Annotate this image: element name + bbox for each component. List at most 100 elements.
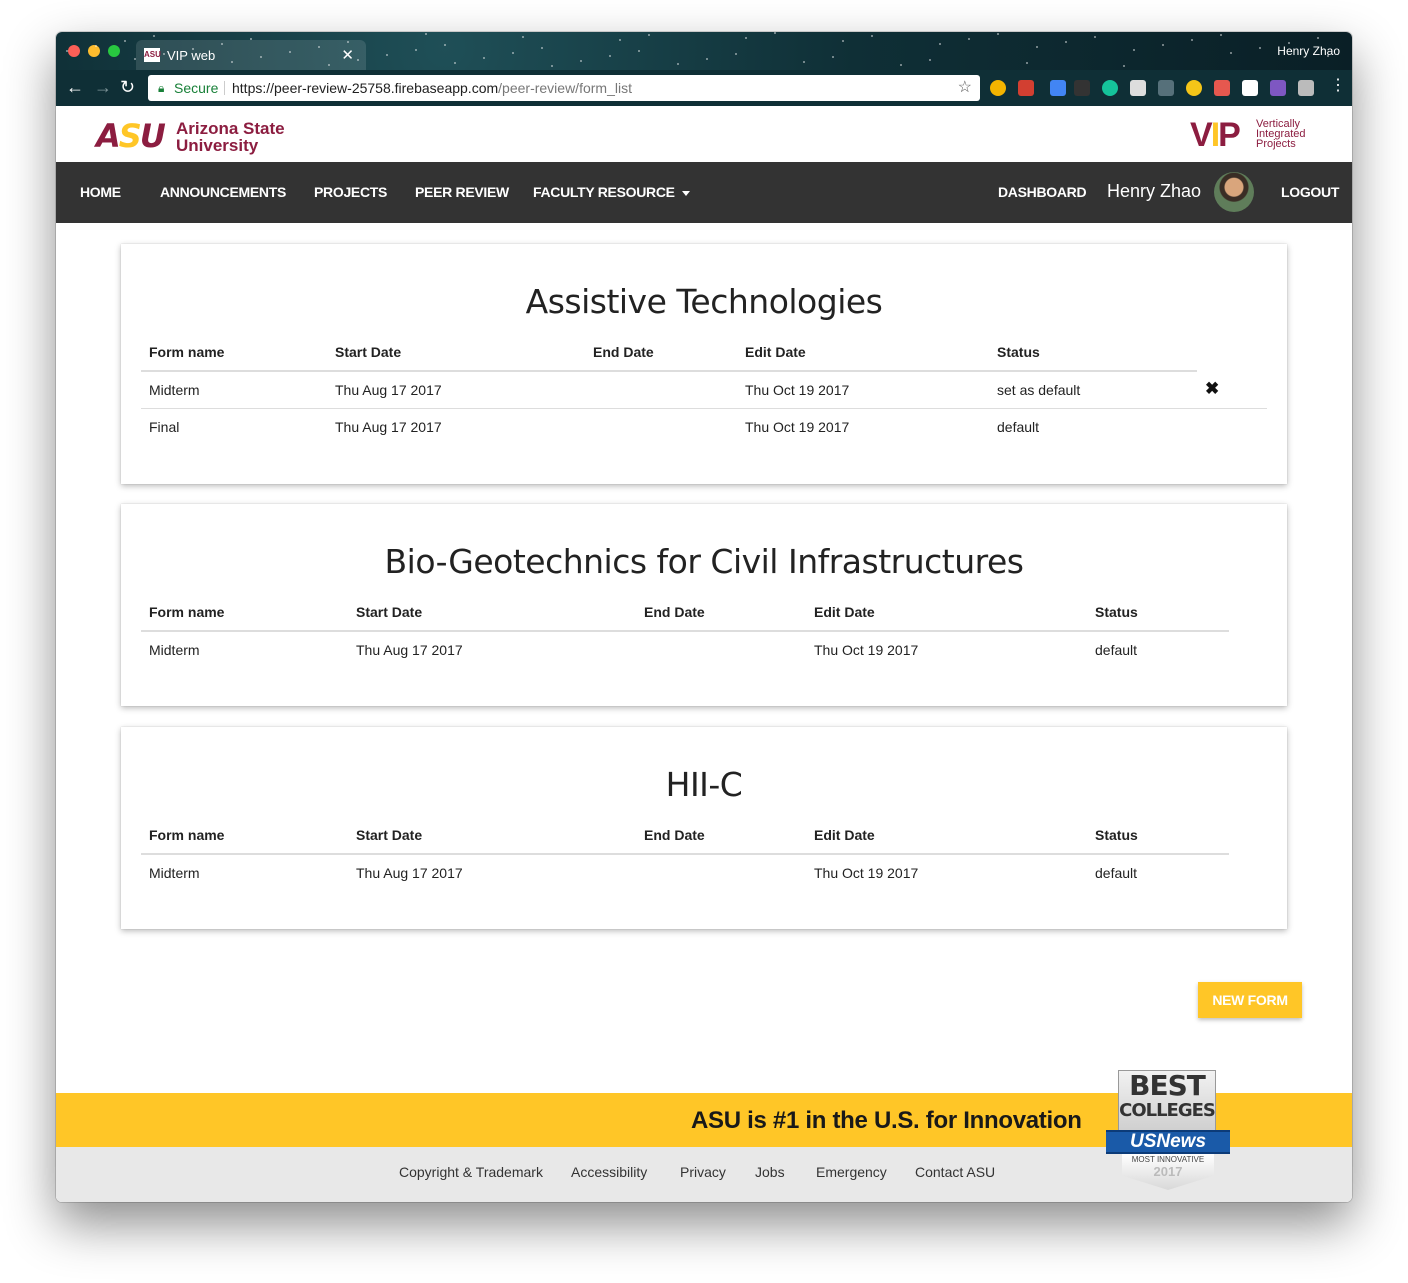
titlebar-star-decoration: [415, 49, 417, 51]
footer-link-jobs[interactable]: Jobs: [755, 1164, 785, 1180]
avatar[interactable]: [1214, 172, 1254, 212]
browser-menu-icon[interactable]: ⋮: [1330, 76, 1346, 96]
extension-icon-9[interactable]: [1214, 80, 1230, 96]
form-name-link[interactable]: Midterm: [141, 371, 327, 409]
nav-user-name[interactable]: Henry Zhao: [1107, 181, 1201, 202]
innovation-text[interactable]: ASU is #1 in the U.S. for Innovation: [691, 1107, 1082, 1135]
titlebar-star-decoration: [347, 41, 349, 43]
titlebar-star-decoration: [163, 53, 165, 55]
maximize-window-button[interactable]: [108, 45, 120, 57]
titlebar-star-decoration: [774, 32, 776, 34]
titlebar-star-decoration: [1162, 44, 1164, 46]
project-card: Assistive Technologies Form name Start D…: [121, 244, 1287, 484]
titlebar-star-decoration: [192, 48, 194, 50]
extension-icon-7[interactable]: [1158, 80, 1174, 96]
vip-logo-letter: V: [1190, 116, 1213, 154]
table-header-row: Form name Start Date End Date Edit Date …: [141, 594, 1267, 632]
extension-icon-11[interactable]: [1270, 80, 1286, 96]
table-header-row: Form name Start Date End Date Edit Date …: [141, 334, 1267, 372]
titlebar-star-decoration: [1259, 47, 1261, 49]
edit-date-cell: Thu Oct 19 2017: [737, 371, 989, 409]
titlebar-star-decoration: [250, 38, 252, 40]
grammarly-icon[interactable]: [1102, 80, 1118, 96]
titlebar-star-decoration: [425, 33, 427, 35]
titlebar-star-decoration: [512, 52, 514, 54]
table-row: Final Thu Aug 17 2017 Thu Oct 19 2017 de…: [141, 408, 1267, 445]
form-name-link[interactable]: Midterm: [141, 854, 348, 891]
browser-toolbar: ← → ↻ 🔒︎ Secure https://peer-review-2575…: [56, 70, 1352, 106]
footer-link-contact[interactable]: Contact ASU: [915, 1164, 995, 1180]
profile-name[interactable]: Henry Zhao: [1277, 44, 1340, 58]
extension-icon-6[interactable]: [1130, 80, 1146, 96]
col-end-date: End Date: [585, 334, 737, 372]
minimize-window-button[interactable]: [88, 45, 100, 57]
col-form-name: Form name: [141, 334, 327, 372]
titlebar-star-decoration: [541, 47, 543, 49]
extension-icon-1[interactable]: [990, 80, 1006, 96]
nav-announcements[interactable]: ANNOUNCEMENTS: [160, 184, 286, 200]
nav-faculty-resource[interactable]: FACULTY RESOURCE: [533, 184, 690, 200]
end-date-cell: [585, 371, 737, 409]
asu-logo-letter: A: [96, 117, 121, 155]
footer-link-accessibility[interactable]: Accessibility: [571, 1164, 647, 1180]
extension-icon-12[interactable]: [1298, 80, 1314, 96]
nav-projects[interactable]: PROJECTS: [314, 184, 387, 200]
vip-logo[interactable]: VIP Vertically Integrated Projects: [1190, 118, 1320, 152]
nav-logout[interactable]: LOGOUT: [1281, 184, 1339, 200]
set-as-default-link[interactable]: set as default: [989, 371, 1197, 409]
form-name-link[interactable]: Midterm: [141, 631, 348, 668]
col-actions: [1229, 594, 1267, 631]
forward-arrow-icon[interactable]: →: [94, 77, 112, 97]
titlebar-star-decoration: [648, 34, 650, 36]
secure-label: Secure: [174, 80, 219, 96]
titlebar-star-decoration: [900, 64, 902, 66]
titlebar-star-decoration: [968, 38, 970, 40]
project-title: Assistive Technologies: [525, 282, 883, 321]
omnibox-divider: [224, 81, 225, 95]
badge-shield: MOST INNOVATIVE 2017: [1122, 1154, 1214, 1190]
titlebar-star-decoration: [735, 53, 737, 55]
titlebar-star-decoration: [929, 59, 931, 61]
asu-logo-letter: U: [139, 117, 166, 155]
nav-home[interactable]: HOME: [80, 184, 121, 200]
browser-tab[interactable]: ASU VIP web ✕: [136, 40, 366, 70]
status-cell: default: [1095, 865, 1138, 881]
vip-text-line3: Projects: [1256, 138, 1296, 150]
nav-peer-review[interactable]: PEER REVIEW: [415, 184, 509, 200]
tab-close-icon[interactable]: ✕: [341, 46, 354, 64]
col-edit-date: Edit Date: [806, 594, 1087, 632]
col-form-name: Form name: [141, 594, 348, 632]
close-window-button[interactable]: [68, 45, 80, 57]
vip-logo-mark: VIP: [1190, 116, 1241, 154]
footer-link-emergency[interactable]: Emergency: [816, 1164, 887, 1180]
end-date-cell: [636, 631, 806, 668]
bookmark-star-icon[interactable]: ☆: [958, 75, 972, 101]
project-card: Bio-Geotechnics for Civil Infrastructure…: [121, 504, 1287, 706]
col-status: Status: [1087, 594, 1229, 632]
back-arrow-icon[interactable]: ←: [66, 77, 84, 97]
badge-year: 2017: [1153, 1164, 1183, 1179]
delete-form-icon[interactable]: ✖: [1205, 379, 1219, 398]
col-edit-date: Edit Date: [737, 334, 989, 372]
footer-link-privacy[interactable]: Privacy: [680, 1164, 726, 1180]
nav-dashboard[interactable]: DASHBOARD: [998, 184, 1087, 200]
extension-icon-4[interactable]: [1074, 80, 1090, 96]
extension-icon-10[interactable]: [1242, 80, 1258, 96]
table-row: Midterm Thu Aug 17 2017 Thu Oct 19 2017 …: [141, 631, 1267, 668]
asu-logo-letter: S: [118, 117, 142, 155]
form-name-link[interactable]: Final: [141, 408, 327, 445]
new-form-button[interactable]: NEW FORM: [1198, 982, 1302, 1018]
start-date-cell: Thu Aug 17 2017: [356, 865, 463, 881]
titlebar-star-decoration: [134, 58, 136, 60]
best-colleges-badge[interactable]: BEST COLLEGES USNews MOST INNOVATIVE 201…: [1106, 1070, 1230, 1190]
extension-icon-2[interactable]: [1018, 80, 1034, 96]
extension-icon-3[interactable]: [1050, 80, 1066, 96]
reload-icon[interactable]: ↻: [120, 77, 135, 97]
url-base: https://peer-review-25758.firebaseapp.co…: [232, 80, 499, 96]
end-date-cell: [585, 408, 737, 445]
footer-link-copyright[interactable]: Copyright & Trademark: [399, 1164, 543, 1180]
address-bar[interactable]: 🔒︎ Secure https://peer-review-25758.fire…: [148, 75, 980, 101]
extension-icon-8[interactable]: [1186, 80, 1202, 96]
titlebar-star-decoration: [56, 32, 58, 34]
titlebar-star-decoration: [1094, 36, 1096, 38]
